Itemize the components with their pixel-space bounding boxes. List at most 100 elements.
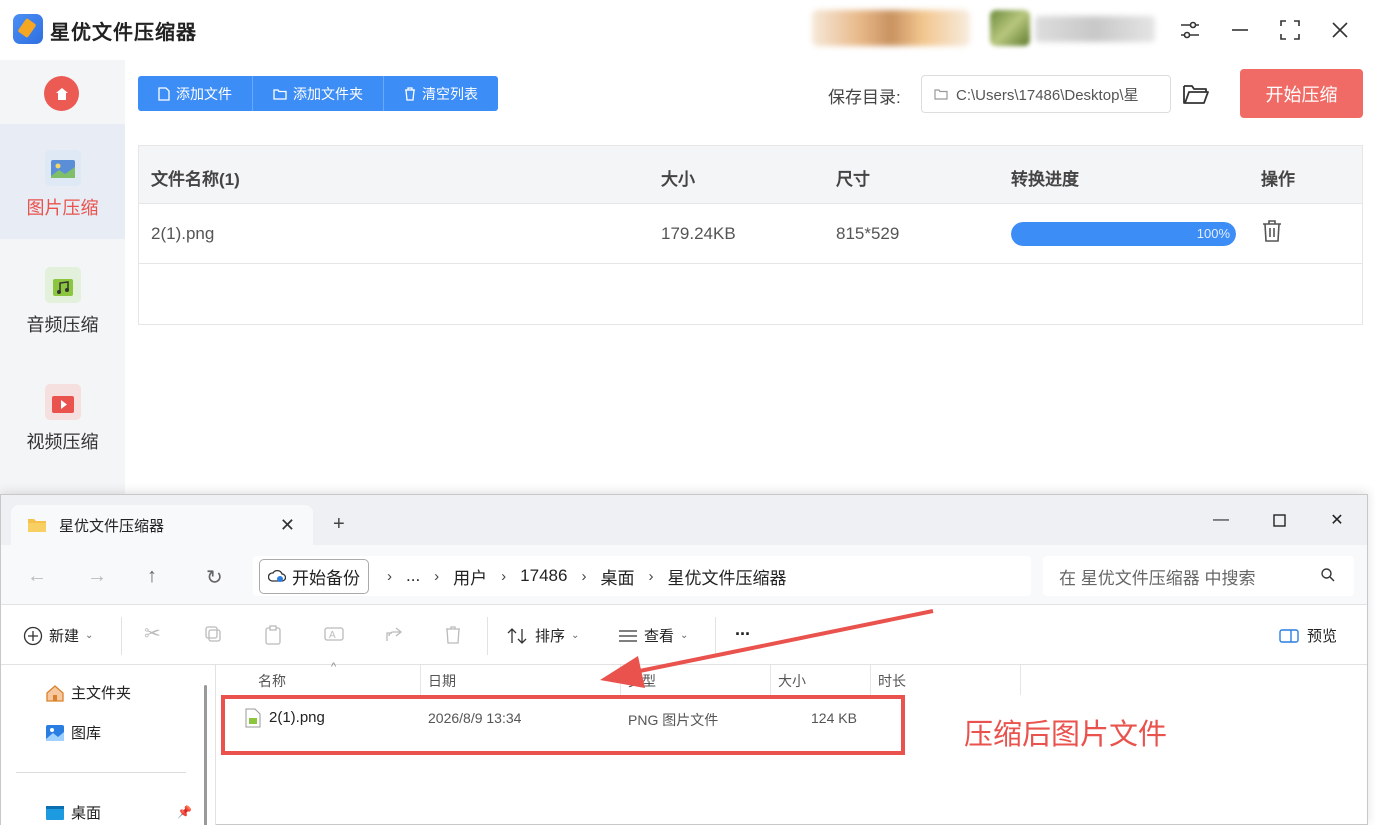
settings-sliders-icon[interactable]: [1174, 14, 1206, 46]
delete-icon[interactable]: [444, 625, 462, 645]
sidebar-item-image[interactable]: 图片压缩: [0, 124, 125, 239]
home-icon: [46, 684, 64, 702]
file-size: 179.24KB: [661, 224, 736, 243]
divider: [121, 617, 122, 655]
command-bar: 新建 ⌄ ✂ A 排序 ⌄ 查看 ⌄ ... 压缩后图片文件 预览: [1, 605, 1367, 751]
divider: [715, 617, 716, 655]
explorer-tab-bar: 星优文件压缩器 ✕ + — ✕: [1, 495, 1367, 545]
more-options-icon[interactable]: ...: [735, 619, 750, 640]
breadcrumb-desktop[interactable]: 桌面: [586, 564, 648, 589]
gallery-icon: [46, 724, 64, 741]
new-tab-icon[interactable]: +: [333, 513, 345, 536]
save-path-input[interactable]: C:\Users\17486\Desktop\星: [921, 75, 1171, 113]
share-icon[interactable]: [384, 625, 404, 643]
col-header-size: 大小: [661, 170, 695, 189]
forward-arrow-icon[interactable]: →: [87, 565, 107, 588]
clear-list-button[interactable]: 清空列表: [384, 76, 498, 111]
add-folder-button[interactable]: 添加文件夹: [253, 76, 384, 111]
close-icon[interactable]: [1324, 14, 1356, 46]
rename-icon[interactable]: A: [324, 625, 344, 643]
col-header-name[interactable]: 名称: [258, 671, 286, 691]
breadcrumb-folder[interactable]: 星优文件压缩器: [653, 564, 800, 589]
address-bar[interactable]: 开始备份 › ... › 用户 › 17486 › 桌面 › 星优文件压缩器: [253, 556, 1031, 596]
start-compress-button[interactable]: 开始压缩: [1240, 69, 1363, 118]
sidebar-item-label: 音频压缩: [26, 315, 99, 335]
col-header-progress: 转换进度: [1011, 170, 1079, 189]
divider: [487, 617, 488, 655]
view-button[interactable]: 查看 ⌄: [618, 625, 688, 646]
navigation-pane: 主文件夹 图库 桌面 📌: [1, 665, 216, 825]
preview-button[interactable]: 预览: [1279, 625, 1337, 646]
file-name: 2(1).png: [151, 224, 215, 243]
breadcrumb-more[interactable]: ...: [392, 566, 434, 586]
delete-icon[interactable]: [1261, 219, 1283, 248]
breadcrumb-user[interactable]: 17486: [506, 566, 581, 586]
app-title: 星优文件压缩器: [50, 22, 197, 44]
column-divider: [770, 665, 771, 695]
col-header-name: 文件名称(1): [151, 170, 240, 189]
sidebar-item-label: 图片压缩: [26, 198, 99, 218]
home-button[interactable]: [44, 76, 79, 111]
divider: [16, 772, 186, 773]
explorer-minimize-icon[interactable]: —: [1201, 505, 1241, 535]
col-header-dimensions: 尺寸: [836, 170, 870, 189]
minimize-icon[interactable]: [1224, 14, 1256, 46]
sort-icon: [507, 627, 527, 644]
col-header-type[interactable]: 类型: [628, 671, 656, 691]
save-dir-label: 保存目录:: [828, 88, 901, 107]
sidebar-item-video[interactable]: 视频压缩: [0, 358, 125, 473]
blurred-account-info: [812, 10, 970, 46]
fullscreen-icon[interactable]: [1274, 14, 1306, 46]
sort-button[interactable]: 排序 ⌄: [507, 625, 579, 646]
music-icon: [44, 267, 81, 303]
sidebar-item-audio[interactable]: 音频压缩: [0, 241, 125, 356]
preview-pane-icon: [1279, 628, 1299, 643]
sidebar: 图片压缩 音频压缩 视频压缩: [0, 60, 125, 500]
copy-icon[interactable]: [204, 625, 222, 643]
cut-icon[interactable]: ✂: [144, 621, 161, 646]
search-icon: [1321, 568, 1335, 582]
video-icon: [44, 384, 81, 420]
image-icon: [44, 150, 81, 186]
blurred-avatar: [990, 10, 1030, 46]
add-file-button[interactable]: 添加文件: [138, 76, 253, 111]
open-folder-icon[interactable]: [1181, 80, 1211, 108]
view-lines-icon: [619, 629, 637, 642]
folder-icon: [28, 519, 46, 532]
file-icon: [158, 86, 170, 101]
breadcrumb-users[interactable]: 用户: [439, 564, 501, 589]
col-header-duration[interactable]: 时长: [878, 671, 906, 691]
column-divider: [420, 665, 421, 695]
back-arrow-icon[interactable]: ←: [27, 565, 47, 588]
file-dimensions: 815*529: [836, 224, 900, 243]
col-header-actions: 操作: [1261, 170, 1295, 189]
column-divider: [1020, 665, 1021, 695]
refresh-icon[interactable]: ↻: [206, 565, 223, 590]
nav-scrollbar[interactable]: [204, 685, 207, 825]
explorer-maximize-icon[interactable]: [1259, 505, 1299, 535]
sidebar-item-label: 视频压缩: [26, 432, 99, 452]
trash-icon: [405, 86, 415, 101]
paste-icon[interactable]: [264, 625, 282, 645]
explorer-close-icon[interactable]: ✕: [1317, 505, 1357, 535]
nav-item-gallery[interactable]: 图库: [45, 722, 101, 743]
col-header-date[interactable]: 日期: [428, 671, 456, 691]
nav-item-desktop[interactable]: 桌面: [45, 802, 101, 823]
address-bar-row: ← → ↑ ↻ 开始备份 › ... › 用户 › 17486 › 桌面 › 星…: [1, 545, 1367, 605]
up-arrow-icon[interactable]: ↑: [147, 565, 157, 588]
home-icon: [55, 87, 68, 100]
column-divider: [870, 665, 871, 695]
highlight-box: [221, 695, 905, 755]
close-tab-icon[interactable]: ✕: [280, 515, 295, 536]
title-bar: 星优文件压缩器: [0, 0, 1375, 60]
backup-pill[interactable]: 开始备份: [259, 558, 369, 594]
explorer-tab[interactable]: 星优文件压缩器 ✕: [11, 505, 313, 545]
folder-icon: [934, 89, 948, 100]
nav-item-home[interactable]: 主文件夹: [45, 682, 131, 703]
table-row: 2(1).png 179.24KB 815*529 100%: [139, 204, 1362, 264]
blurred-username: [1035, 16, 1155, 42]
column-divider: [620, 665, 621, 695]
new-button[interactable]: 新建 ⌄: [23, 625, 93, 646]
search-input[interactable]: 在 星优文件压缩器 中搜索: [1043, 556, 1354, 596]
col-header-size[interactable]: 大小: [778, 671, 806, 691]
